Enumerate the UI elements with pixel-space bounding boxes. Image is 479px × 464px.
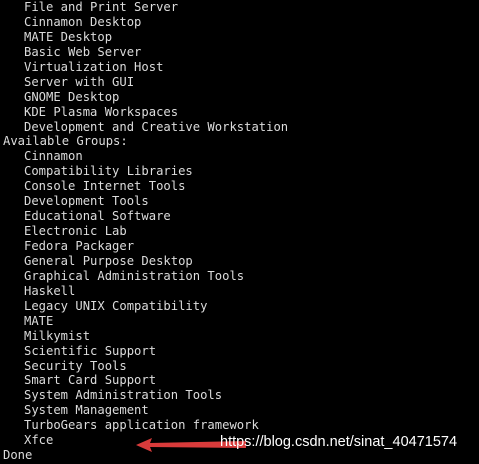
available-group-line: TurboGears application framework <box>24 418 259 433</box>
available-group-line: System Administration Tools <box>24 388 223 403</box>
available-group-line: Console Internet Tools <box>24 179 186 194</box>
available-group-line: Scientific Support <box>24 343 157 358</box>
available-group-line: Haskell <box>24 283 76 298</box>
available-group-line: Fedora Packager <box>24 239 135 253</box>
environment-group-line: KDE Plasma Workspaces <box>24 104 179 119</box>
available-group-line: System Management <box>24 403 149 418</box>
available-group-line: Electronic Lab <box>24 224 127 239</box>
available-group-line: General Purpose Desktop <box>24 253 193 268</box>
available-group-line: Smart Card Support <box>24 373 157 388</box>
environment-group-line: Development and Creative Workstation <box>24 119 289 134</box>
watermark-url: https://blog.csdn.net/sinat_40471574 <box>220 434 458 450</box>
available-group-line: Cinnamon <box>24 149 83 164</box>
terminal-output: File and Print Server Cinnamon Desktop M… <box>3 0 479 463</box>
environment-group-line: Basic Web Server <box>24 44 142 59</box>
environment-group-line: MATE Desktop <box>24 29 113 44</box>
available-group-line: Legacy UNIX Compatibility <box>24 298 208 313</box>
available-groups-header: Available Groups: <box>3 134 128 149</box>
available-group-line: Security Tools <box>24 358 127 373</box>
environment-group-line: GNOME Desktop <box>24 89 120 104</box>
environment-group-line: Cinnamon Desktop <box>24 14 142 29</box>
available-group-line: Milkymist <box>24 328 91 343</box>
available-group-line: Development Tools <box>24 194 149 209</box>
available-group-line: Compatibility Libraries <box>24 164 193 179</box>
available-group-line: Educational Software <box>24 209 171 224</box>
environment-group-line: Server with GUI <box>24 74 135 89</box>
environment-group-line: Virtualization Host <box>24 59 164 74</box>
available-group-line: MATE <box>24 313 54 328</box>
terminal-window[interactable]: File and Print Server Cinnamon Desktop M… <box>0 0 479 464</box>
environment-group-line: File and Print Server <box>24 0 179 14</box>
available-group-line: Graphical Administration Tools <box>24 268 245 283</box>
